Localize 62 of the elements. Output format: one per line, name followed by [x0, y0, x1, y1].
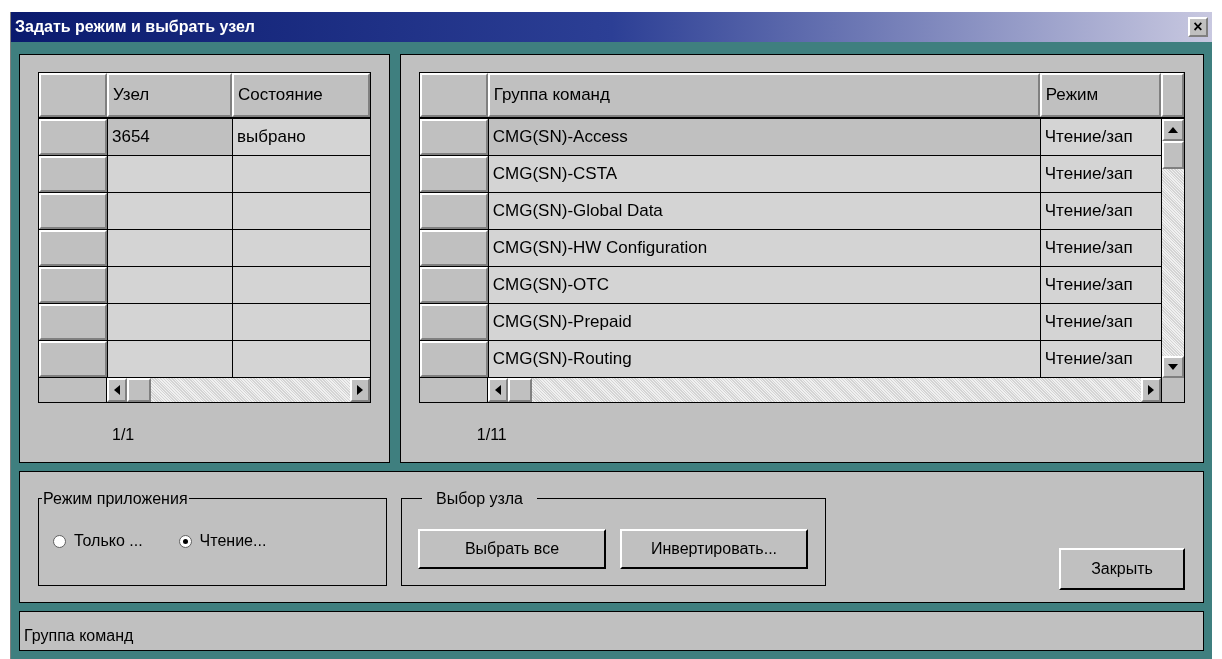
row-header[interactable] — [39, 267, 107, 303]
table-cell: CMG(SN)-Global Data — [487, 193, 1040, 229]
row-header[interactable] — [39, 230, 107, 266]
right-arrow-icon — [1148, 385, 1154, 395]
row-header[interactable] — [419, 119, 488, 155]
horizontal-scrollbar[interactable] — [487, 378, 1161, 402]
table-cell: Чтение/зап — [1039, 193, 1161, 229]
left-arrow-icon — [114, 385, 120, 395]
table-cell: Чтение/зап — [1039, 230, 1161, 266]
column-header[interactable]: Группа команд — [487, 73, 1040, 117]
scroll-right-button[interactable] — [1141, 378, 1161, 402]
scroll-thumb[interactable] — [507, 378, 532, 402]
action-button[interactable]: Выбрать все — [418, 529, 606, 569]
table-cell: CMG(SN)-HW Configuration — [487, 230, 1040, 266]
horizontal-scrollbar[interactable] — [107, 378, 370, 402]
scroll-up-button[interactable] — [1162, 119, 1184, 141]
row-header[interactable] — [419, 193, 488, 229]
table-cell: CMG(SN)-Routing — [487, 341, 1040, 377]
scroll-left-button[interactable] — [487, 378, 508, 402]
up-arrow-icon — [1168, 127, 1178, 133]
left-arrow-icon — [494, 385, 501, 395]
table-cell: Чтение/зап — [1039, 267, 1161, 303]
scroll-right-button[interactable] — [349, 378, 370, 402]
window-title: Задать режим и выбрать узел — [15, 17, 255, 37]
table-cell: CMG(SN)-Prepaid — [487, 304, 1040, 340]
scroll-thumb[interactable] — [1162, 141, 1184, 169]
row-header[interactable] — [419, 230, 488, 266]
status-text: Группа команд — [24, 626, 134, 646]
row-header[interactable] — [39, 193, 107, 229]
page-counter: 1/11 — [476, 425, 508, 445]
row-header[interactable] — [419, 341, 488, 377]
column-header[interactable]: Режим — [1039, 73, 1161, 117]
radio-button[interactable] — [178, 534, 192, 548]
row-header[interactable] — [419, 304, 488, 340]
table-cell: Чтение/зап — [1039, 119, 1161, 155]
scroll-down-button[interactable] — [1162, 356, 1184, 378]
table-cell: Чтение/зап — [1039, 341, 1161, 377]
row-header[interactable] — [39, 156, 107, 192]
row-header[interactable] — [419, 267, 488, 303]
table-cell: CMG(SN)-CSTA — [487, 156, 1040, 192]
table-cell: Чтение/зап — [1039, 156, 1161, 192]
table-cell: выбрано — [232, 119, 370, 155]
row-header[interactable] — [419, 156, 488, 192]
column-header[interactable]: Узел — [107, 73, 232, 117]
close-dialog-button[interactable]: Закрыть — [1059, 548, 1185, 590]
close-button[interactable]: × — [1188, 17, 1208, 37]
radio-option[interactable]: Только ... — [53, 529, 143, 553]
radio-button[interactable] — [53, 534, 66, 548]
down-arrow-icon — [1168, 364, 1178, 370]
row-header[interactable] — [39, 119, 107, 155]
column-header[interactable]: Состояние — [232, 73, 370, 117]
table-cell: CMG(SN)-OTC — [487, 267, 1040, 303]
right-arrow-icon — [356, 385, 363, 395]
radio-option[interactable]: Чтение... — [178, 529, 267, 553]
action-button[interactable]: Инвертировать... — [620, 529, 808, 569]
scroll-left-button[interactable] — [107, 378, 127, 402]
vertical-scrollbar[interactable] — [1161, 119, 1184, 378]
row-header[interactable] — [39, 341, 107, 377]
scroll-thumb[interactable] — [127, 378, 151, 402]
table-cell: Чтение/зап — [1039, 304, 1161, 340]
row-header[interactable] — [39, 304, 107, 340]
page-counter: 1/1 — [112, 425, 136, 445]
